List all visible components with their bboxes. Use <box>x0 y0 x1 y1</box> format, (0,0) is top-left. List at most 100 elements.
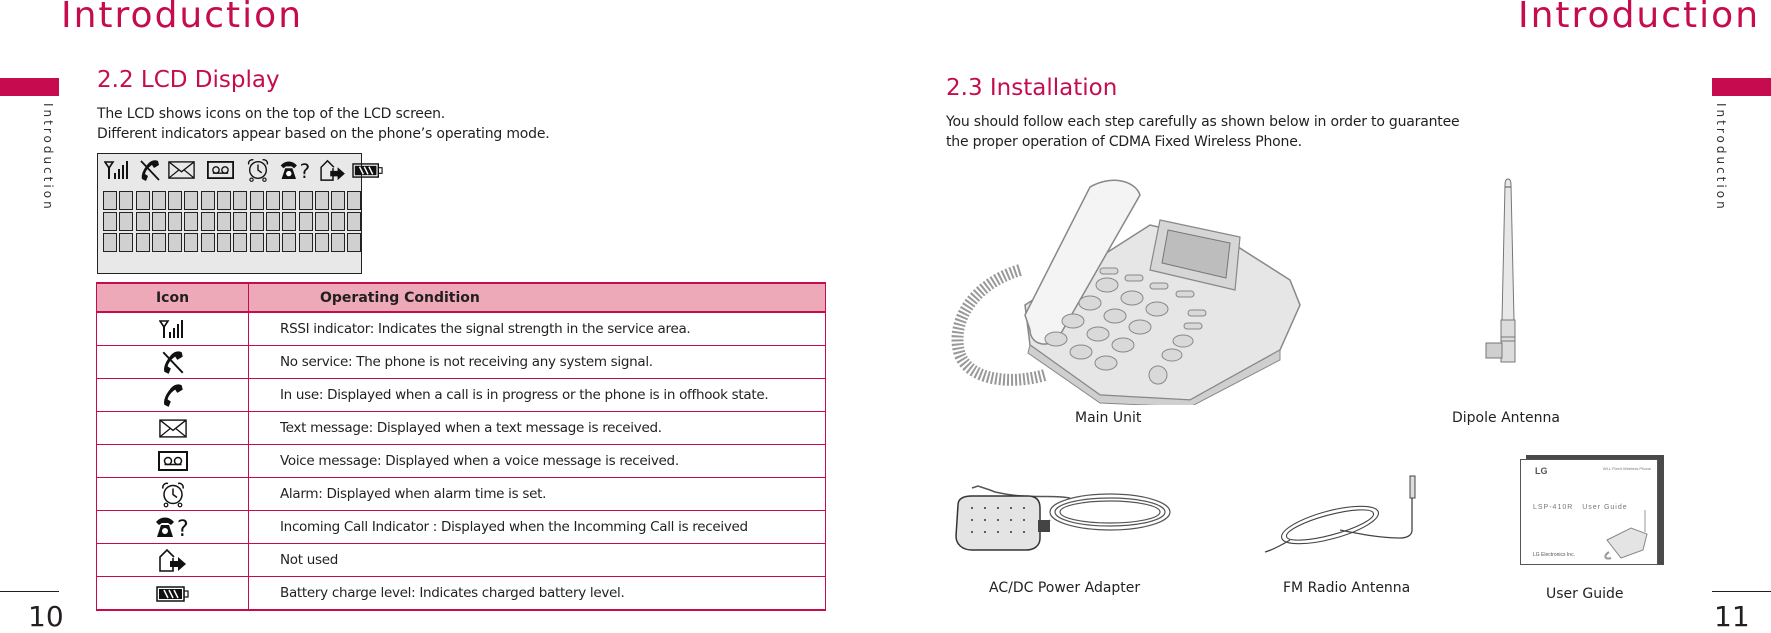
alarm-icon <box>160 481 186 508</box>
left-page-number: 10 <box>28 600 64 633</box>
lcd-display-section-title: 2.2 LCD Display <box>97 67 280 93</box>
intro-line: You should follow each step carefully as… <box>946 114 1460 130</box>
lcd-character-cell <box>103 191 117 210</box>
lcd-character-cell <box>282 212 297 231</box>
lcd-character-cell <box>282 233 297 252</box>
condition-text: Incoming Call Indicator : Displayed when… <box>248 510 826 544</box>
condition-text: No service: The phone is not receiving a… <box>248 345 826 379</box>
user-guide-caption: User Guide <box>1546 586 1624 602</box>
voice-message-icon <box>158 451 188 471</box>
lcd-character-cell <box>119 212 134 231</box>
condition-text: Alarm: Displayed when alarm time is set. <box>248 477 826 511</box>
lcd-character-cell <box>119 191 134 210</box>
lcd-character-cell <box>331 191 346 210</box>
condition-text: RSSI indicator: Indicates the signal str… <box>248 311 826 346</box>
lcd-character-cell <box>135 191 150 210</box>
lcd-character-cell <box>331 233 346 252</box>
not-used-icon <box>159 548 187 572</box>
lcd-character-cell <box>103 233 117 252</box>
lcd-character-cell <box>265 212 280 231</box>
lcd-character-cell <box>249 233 264 252</box>
lcd-character-cell <box>298 233 313 252</box>
lcd-character-cell <box>347 191 362 210</box>
guide-front-cover: LG WLL Fixed Wireless Phone LSP-410R Use… <box>1520 459 1658 565</box>
left-side-tab-label: Introduction <box>41 103 55 212</box>
text-message-icon <box>159 419 187 438</box>
condition-column-header: Operating Condition <box>248 282 826 313</box>
lcd-character-cell <box>200 212 215 231</box>
guide-model: LSP-410R <box>1533 504 1574 511</box>
lcd-character-cell <box>200 233 215 252</box>
guide-brand: LG <box>1535 466 1548 476</box>
incoming-call-icon <box>153 515 193 539</box>
lcd-character-cell <box>249 212 264 231</box>
lcd-status-icon-row <box>104 158 384 182</box>
incoming-call-icon <box>278 159 314 181</box>
dipole-antenna-caption: Dipole Antenna <box>1452 410 1560 426</box>
right-page-number: 11 <box>1714 600 1750 633</box>
lcd-character-cell <box>168 212 183 231</box>
lcd-character-cell <box>119 233 134 252</box>
lcd-character-cell <box>151 191 166 210</box>
right-side-tab-label: Introduction <box>1714 103 1728 212</box>
intro-line: Different indicators appear based on the… <box>97 126 550 142</box>
table-row: Text message: Displayed when a text mess… <box>96 411 826 445</box>
condition-text: Voice message: Displayed when a voice me… <box>248 444 826 478</box>
intro-line: The LCD shows icons on the top of the LC… <box>97 106 446 122</box>
lcd-character-cell <box>249 191 264 210</box>
intro-line: the proper operation of CDMA Fixed Wirel… <box>946 134 1302 150</box>
lcd-character-cell <box>184 191 199 210</box>
condition-text: Battery charge level: Indicates charged … <box>248 576 826 611</box>
right-side-tab-marker <box>1712 78 1771 96</box>
lcd-character-cell <box>331 212 346 231</box>
lcd-character-cell <box>347 212 362 231</box>
lcd-display-intro: The LCD shows icons on the top of the LC… <box>97 104 550 144</box>
lcd-character-cell <box>135 233 150 252</box>
left-page-number-rule <box>0 591 59 592</box>
table-row: Alarm: Displayed when alarm time is set. <box>96 477 826 511</box>
lcd-character-cell <box>217 233 232 252</box>
lcd-character-cell <box>298 191 313 210</box>
lcd-character-cell <box>135 212 150 231</box>
in-use-icon <box>160 382 186 408</box>
battery-icon <box>156 586 190 602</box>
voice-message-icon <box>207 161 234 179</box>
lcd-character-grid <box>103 191 362 252</box>
lcd-character-cell <box>184 212 199 231</box>
not-used-icon <box>320 159 346 181</box>
power-adapter-caption: AC/DC Power Adapter <box>989 580 1141 596</box>
lcd-character-cell <box>200 191 215 210</box>
lcd-character-cell <box>265 191 280 210</box>
guide-phone-thumbnail <box>1604 510 1648 560</box>
table-row: Voice message: Displayed when a voice me… <box>96 444 826 478</box>
no-service-icon <box>138 158 162 182</box>
condition-text: Not used <box>248 543 826 577</box>
power-adapter-illustration <box>955 485 1171 551</box>
lcd-character-cell <box>282 191 297 210</box>
no-service-icon <box>160 349 186 375</box>
table-row: Incoming Call Indicator : Displayed when… <box>96 510 826 544</box>
lcd-character-cell <box>217 191 232 210</box>
lcd-character-cell <box>265 233 280 252</box>
signal-strength-icon <box>104 160 132 180</box>
icon-column-header: Icon <box>96 282 249 313</box>
left-page-header-title: Introduction <box>61 0 304 36</box>
table-row: RSSI indicator: Indicates the signal str… <box>96 311 826 346</box>
installation-intro: You should follow each step carefully as… <box>946 112 1460 152</box>
lcd-character-cell <box>314 212 329 231</box>
lcd-character-cell <box>103 212 117 231</box>
left-side-tab-marker <box>0 78 59 96</box>
dipole-antenna-illustration <box>1485 178 1516 363</box>
installation-section-title: 2.3 Installation <box>946 75 1118 101</box>
right-page-number-rule <box>1712 591 1771 592</box>
signal-strength-icon <box>159 319 187 339</box>
right-page-header-title: Introduction <box>1518 0 1761 36</box>
icon-condition-table: Icon Operating Condition RSSI indicator:… <box>96 282 826 611</box>
lcd-character-cell <box>347 233 362 252</box>
lcd-character-cell <box>168 233 183 252</box>
user-guide-illustration: LG WLL Fixed Wireless Phone LSP-410R Use… <box>1520 455 1665 567</box>
lcd-character-cell <box>233 233 248 252</box>
table-row: Not used <box>96 543 826 577</box>
lcd-character-cell <box>168 191 183 210</box>
lcd-character-cell <box>151 212 166 231</box>
